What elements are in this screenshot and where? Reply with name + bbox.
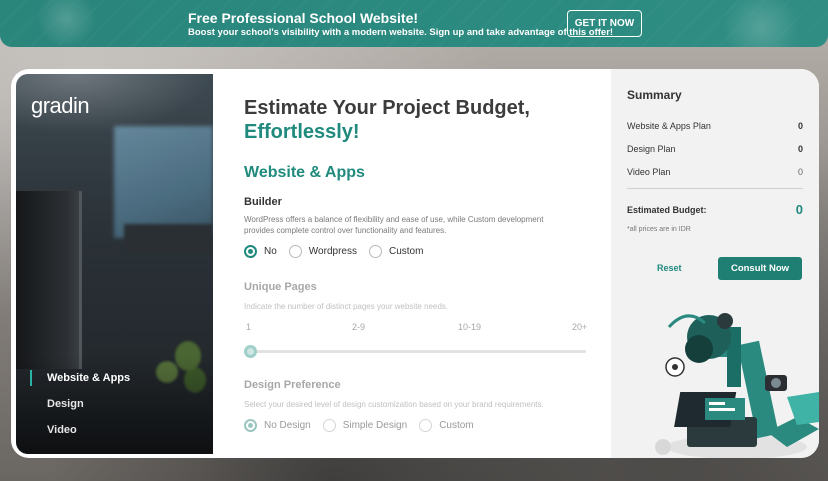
side-nav-design[interactable]: Design (29, 391, 130, 417)
design-option-custom[interactable]: Custom (419, 419, 474, 432)
summary-row-label: Design Plan (627, 144, 676, 154)
summary-row-label: Website & Apps Plan (627, 121, 711, 131)
radio-icon[interactable] (322, 419, 336, 432)
get-it-now-button[interactable]: GET IT NOW (567, 10, 642, 37)
side-nav-video[interactable]: Video (29, 417, 130, 443)
banner-subtitle: Boost your school's visibility with a mo… (188, 27, 614, 38)
radio-icon[interactable] (419, 419, 433, 432)
price-note: *all prices are in IDR (627, 226, 691, 233)
builder-radio-group: No Wordpress Custom (244, 245, 435, 258)
summary-row-label: Video Plan (627, 167, 671, 177)
summary-divider (627, 188, 803, 189)
radio-selected-icon[interactable] (244, 245, 257, 258)
builder-option-custom[interactable]: Custom (368, 245, 424, 258)
summary-row-value: 0 (797, 144, 803, 154)
summary-row-value: 0 (797, 167, 803, 177)
design-preference-description: Select your desired level of design cust… (244, 400, 544, 409)
gradin-logo[interactable]: gradin (31, 93, 90, 119)
unique-pages-slider-handle[interactable] (244, 345, 257, 358)
banner-title: Free Professional School Website! (188, 10, 419, 26)
builder-option-custom-label: Custom (388, 246, 424, 257)
tick-label: 1 (246, 322, 252, 332)
page-title-accent: Effortlessly! (244, 121, 360, 143)
design-preference-label: Design Preference (244, 379, 341, 391)
reset-button[interactable]: Reset (657, 263, 682, 273)
radio-selected-icon[interactable] (244, 419, 257, 432)
photo-screen (114, 126, 213, 238)
summary-row-design: Design Plan 0 (627, 144, 803, 154)
radio-icon[interactable] (368, 245, 382, 258)
budget-estimator-card: gradin Website & Apps Design Video Estim… (11, 69, 819, 458)
side-nav: Website & Apps Design Video (29, 365, 130, 443)
summary-title: Summary (627, 88, 682, 102)
estimated-budget-value: 0 (795, 202, 803, 217)
builder-option-wordpress-label: Wordpress (308, 246, 357, 257)
builder-option-no-label: No (264, 246, 277, 257)
tick-label: 20+ (572, 322, 588, 332)
builder-option-no[interactable]: No (244, 245, 277, 258)
promo-banner: Free Professional School Website! Boost … (0, 0, 828, 47)
summary-row-value: 0 (797, 121, 803, 131)
builder-label: Builder (244, 196, 282, 208)
consult-now-button[interactable]: Consult Now (718, 257, 802, 280)
summary-panel: Summary Website & Apps Plan 0 Design Pla… (611, 69, 819, 458)
unique-pages-label: Unique Pages (244, 281, 317, 293)
sidebar-photo-panel: gradin Website & Apps Design Video (16, 74, 213, 454)
design-option-simple[interactable]: Simple Design (322, 419, 408, 432)
design-option-no-design-label: No Design (264, 420, 311, 431)
side-nav-website-apps[interactable]: Website & Apps (29, 365, 130, 391)
tick-label: 2-9 (352, 322, 366, 332)
unique-pages-description: Indicate the number of distinct pages yo… (244, 302, 449, 311)
photo-keyboard (124, 224, 213, 252)
unique-pages-ticks: 1 2-9 10-19 20+ (244, 322, 589, 334)
section-title: Website & Apps (244, 164, 365, 181)
design-radio-group: No Design Simple Design Custom (244, 419, 486, 432)
summary-row-video: Video Plan 0 (627, 167, 803, 177)
summary-row-website: Website & Apps Plan 0 (627, 121, 803, 131)
builder-description: WordPress offers a balance of flexibilit… (244, 215, 544, 235)
unique-pages-slider-track[interactable] (249, 350, 586, 353)
radio-icon[interactable] (288, 245, 302, 258)
estimator-form: Estimate Your Project Budget, Effortless… (244, 69, 609, 458)
design-option-simple-label: Simple Design (342, 420, 408, 431)
design-option-no-design[interactable]: No Design (244, 419, 311, 432)
builder-option-wordpress[interactable]: Wordpress (288, 245, 357, 258)
photo-monitor (16, 191, 82, 369)
estimated-budget: Estimated Budget: 0 (627, 202, 803, 217)
workspace-illustration (655, 313, 819, 458)
design-option-custom-label: Custom (439, 420, 474, 431)
estimated-budget-label: Estimated Budget: (627, 204, 707, 215)
tick-label: 10-19 (458, 322, 482, 332)
page-title: Estimate Your Project Budget, (244, 97, 530, 119)
